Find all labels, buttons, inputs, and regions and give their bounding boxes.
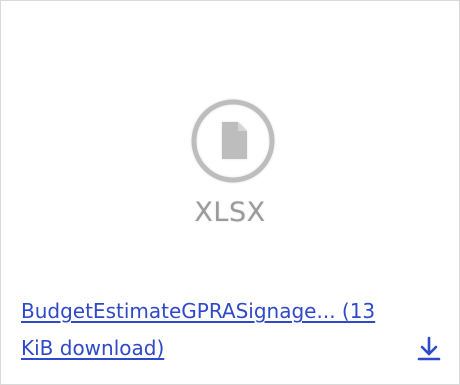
file-type-label: XLSX bbox=[194, 197, 266, 228]
document-icon bbox=[191, 99, 275, 183]
download-arrow-icon[interactable] bbox=[414, 334, 444, 364]
file-preview[interactable]: XLSX bbox=[1, 1, 459, 271]
file-download-link[interactable]: BudgetEstimateGPRASignage... (13 KiB dow… bbox=[21, 293, 391, 367]
attachment-card: XLSX BudgetEstimateGPRASignage... (13 Ki… bbox=[0, 0, 460, 385]
